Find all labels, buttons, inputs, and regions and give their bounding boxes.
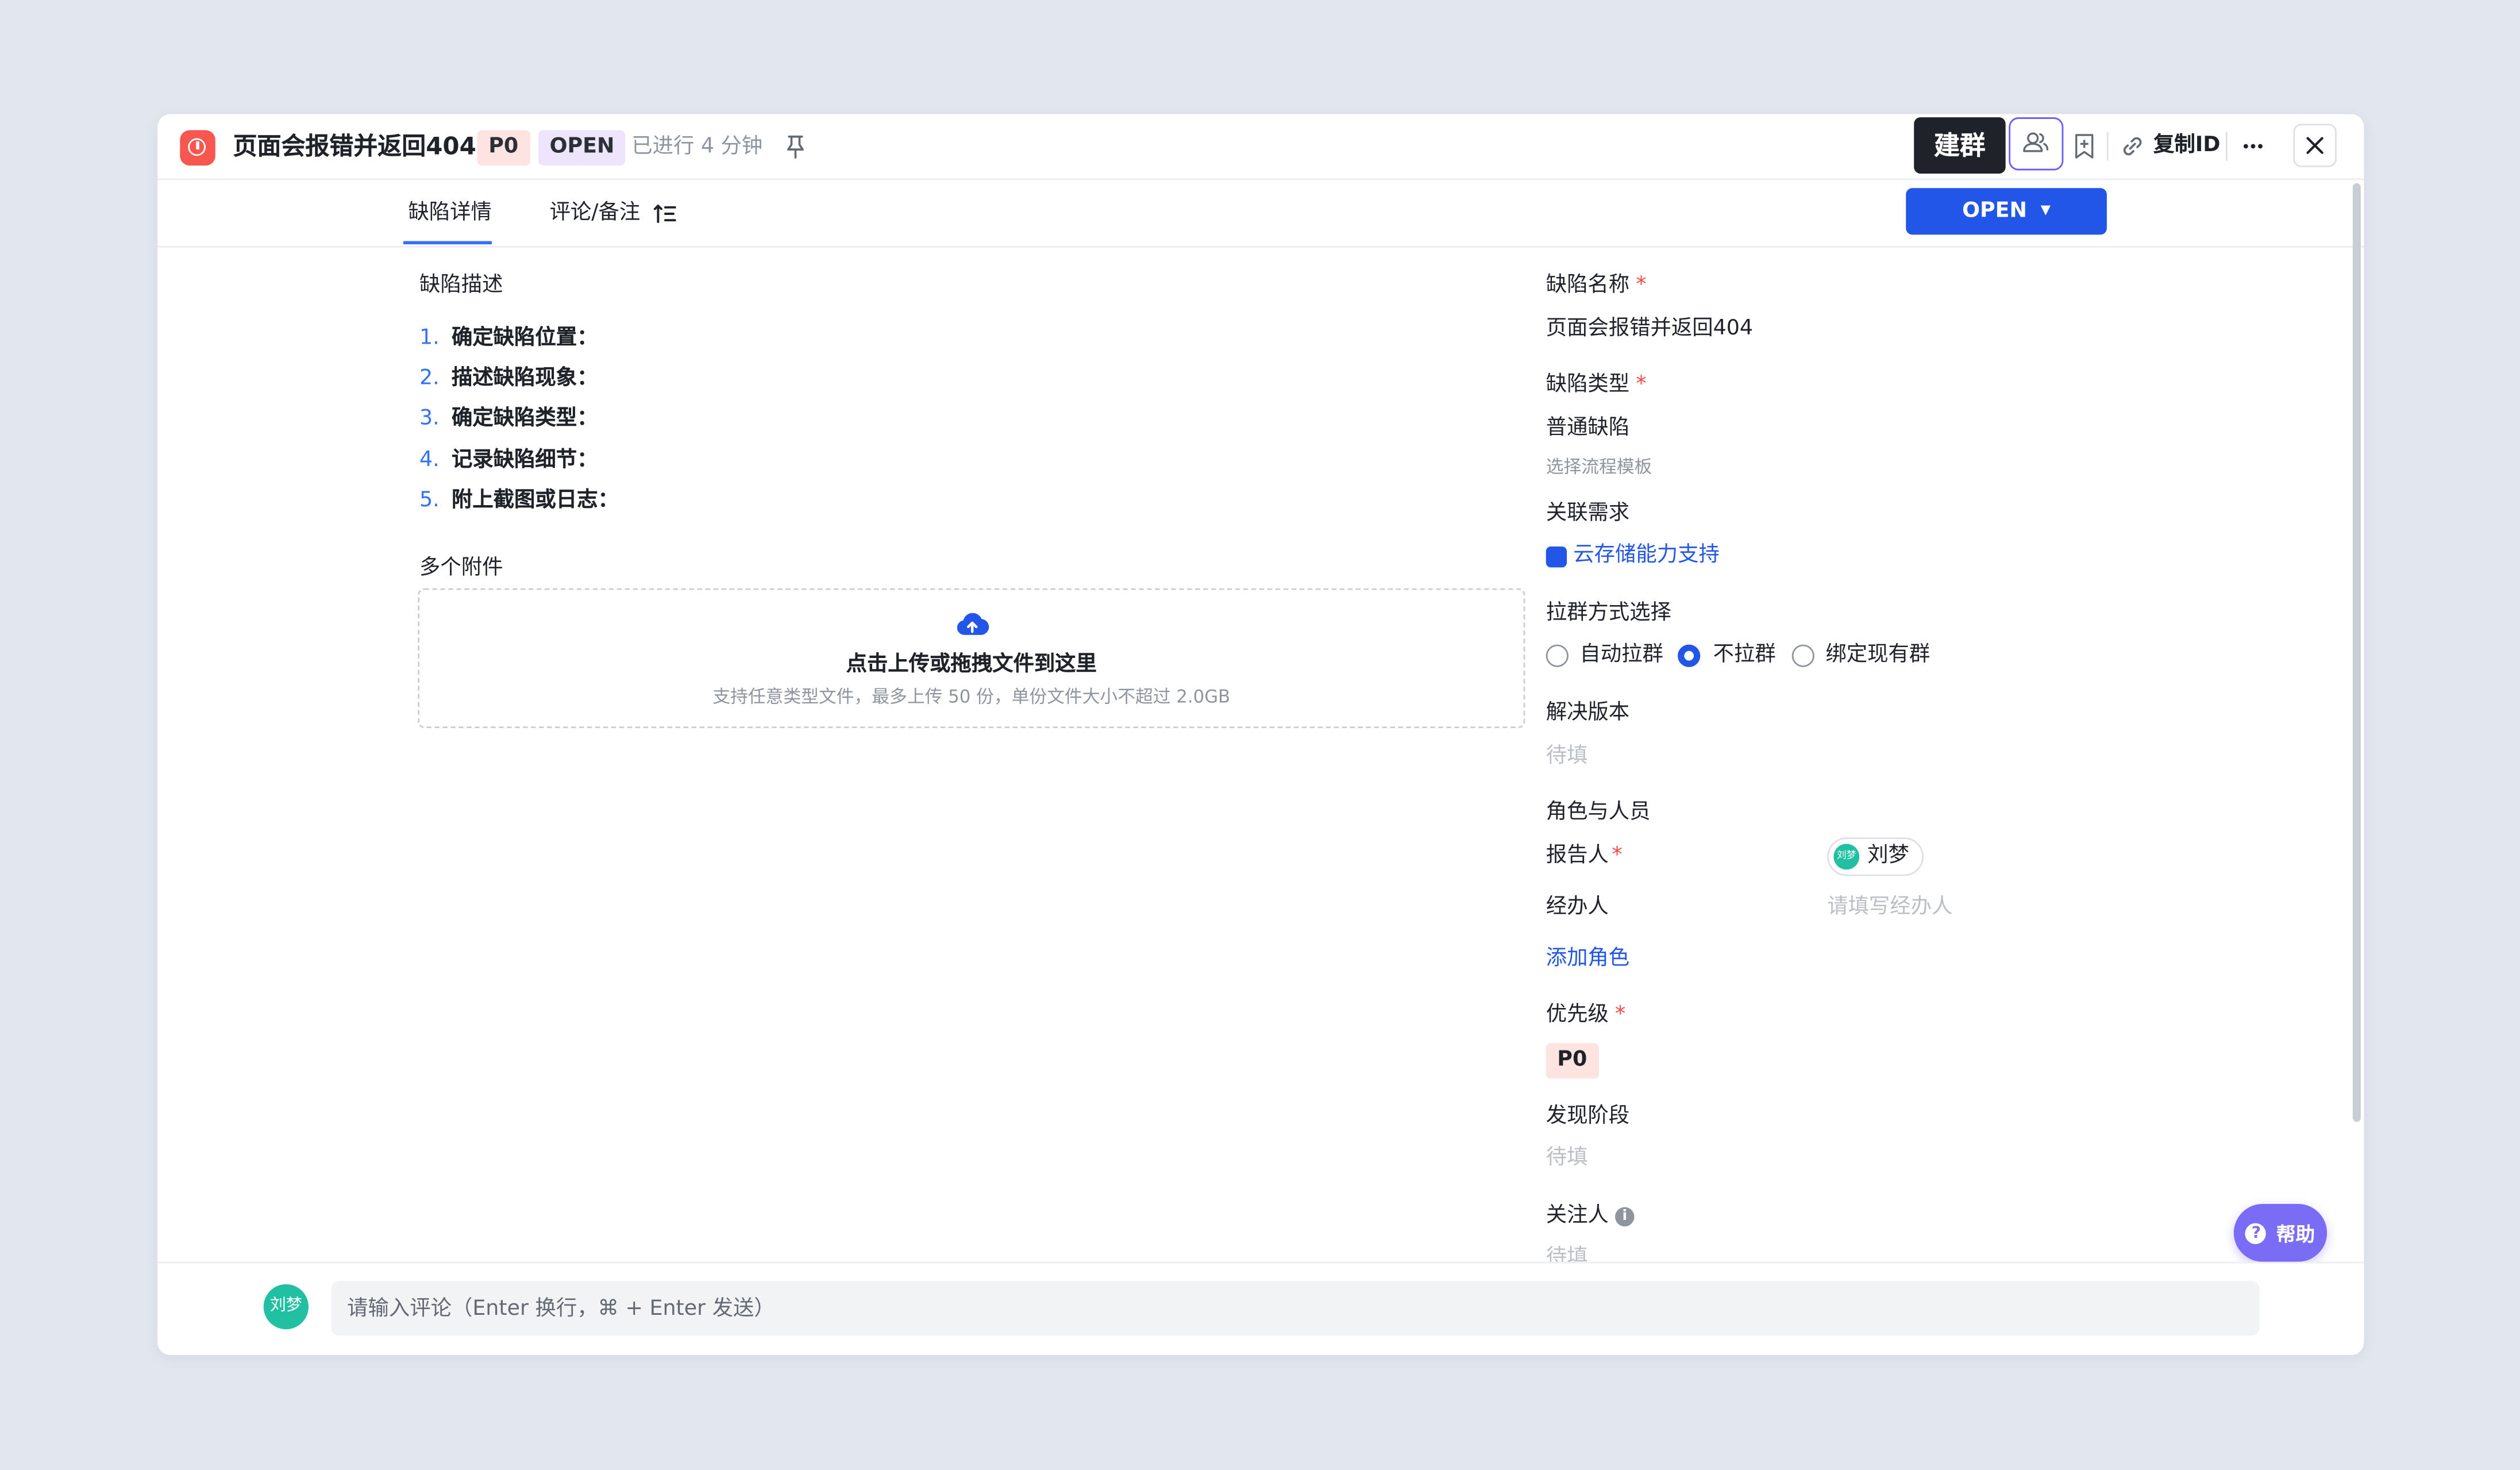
bookmark-icon[interactable] bbox=[2067, 129, 2102, 164]
comment-bar: 刘梦 bbox=[157, 1261, 2364, 1355]
description-item[interactable]: 确定缺陷位置： bbox=[452, 325, 598, 353]
tab-bug-details[interactable]: 缺陷详情 bbox=[408, 199, 491, 228]
tab-bar: 缺陷详情 评论/备注 OPEN ▼ bbox=[157, 180, 2364, 248]
requirement-icon bbox=[1546, 546, 1567, 568]
field-name-label: 缺陷名称 * bbox=[1546, 273, 1647, 298]
avatar: 刘梦 bbox=[1833, 844, 1860, 870]
create-group-tooltip: 建群 bbox=[1914, 117, 2006, 174]
tab-comments[interactable]: 评论/备注 bbox=[550, 199, 641, 228]
list-number: 4. bbox=[419, 448, 440, 473]
status-dropdown-label: OPEN bbox=[1962, 199, 2027, 224]
scrollbar-thumb[interactable] bbox=[2352, 183, 2361, 1122]
comment-input[interactable] bbox=[331, 1281, 2260, 1336]
field-type-value[interactable]: 普通缺陷 bbox=[1546, 415, 1629, 444]
elapsed-time: 已进行 4 分钟 bbox=[631, 134, 763, 159]
group-icon bbox=[2023, 132, 2049, 152]
create-group-button[interactable] bbox=[2009, 117, 2064, 171]
help-label: 帮助 bbox=[2276, 1222, 2315, 1245]
info-icon[interactable]: i bbox=[1615, 1207, 1635, 1227]
priority-badge[interactable]: P0 bbox=[477, 130, 530, 166]
page-title: 页面会报错并返回404 bbox=[233, 132, 476, 161]
pin-icon[interactable] bbox=[784, 133, 807, 159]
resolve-version-value[interactable]: 待填 bbox=[1546, 742, 1588, 771]
list-number: 5. bbox=[419, 488, 440, 513]
upload-hint: 支持任意类型文件，最多上传 50 份，单份文件大小不超过 2.0GB bbox=[712, 686, 1231, 707]
discovery-stage-label: 发现阶段 bbox=[1546, 1104, 1630, 1129]
status-dropdown-button[interactable]: OPEN ▼ bbox=[1906, 188, 2107, 235]
field-name-value[interactable]: 页面会报错并返回404 bbox=[1546, 315, 1753, 344]
add-role-button[interactable]: 添加角色 bbox=[1546, 945, 1629, 974]
cloud-upload-icon bbox=[954, 609, 990, 641]
followers-label: 关注人 bbox=[1546, 1203, 1609, 1228]
radio-no-group-label[interactable]: 不拉群 bbox=[1713, 641, 1776, 670]
discovery-stage-value[interactable]: 待填 bbox=[1546, 1144, 1588, 1173]
priority-value[interactable]: P0 bbox=[1546, 1043, 1598, 1079]
radio-bind-group-label[interactable]: 绑定现有群 bbox=[1825, 641, 1930, 670]
radio-auto-group[interactable] bbox=[1546, 644, 1569, 667]
tab-active-indicator bbox=[403, 241, 492, 245]
group-method-label: 拉群方式选择 bbox=[1546, 601, 1671, 626]
close-button[interactable] bbox=[2293, 124, 2337, 167]
status-badge[interactable]: OPEN bbox=[538, 130, 626, 166]
related-requirement-label: 关联需求 bbox=[1546, 501, 1630, 526]
description-item[interactable]: 记录缺陷细节： bbox=[452, 447, 598, 476]
reporter-name: 刘梦 bbox=[1867, 844, 1909, 868]
close-icon bbox=[2306, 137, 2324, 154]
handler-input[interactable]: 请填写经办人 bbox=[1827, 894, 1952, 922]
field-type-label: 缺陷类型 * bbox=[1546, 372, 1647, 397]
list-number: 3. bbox=[419, 406, 440, 431]
help-button[interactable]: ? 帮助 bbox=[2233, 1203, 2328, 1262]
bug-detail-modal: 页面会报错并返回404 P0 OPEN 已进行 4 分钟 建群 复制ID 缺陷详… bbox=[157, 114, 2364, 1355]
toolbar-divider bbox=[2106, 132, 2109, 161]
toolbar-divider bbox=[2225, 132, 2228, 161]
copy-id-button[interactable]: 复制ID bbox=[2153, 132, 2220, 160]
avatar: 刘梦 bbox=[263, 1284, 309, 1330]
reporter-chip[interactable]: 刘梦 刘梦 bbox=[1827, 837, 1924, 876]
description-item[interactable]: 附上截图或日志： bbox=[452, 487, 619, 515]
list-number: 1. bbox=[419, 326, 440, 351]
radio-no-group[interactable] bbox=[1678, 644, 1701, 667]
description-label: 缺陷描述 bbox=[419, 273, 503, 298]
related-requirement-link[interactable]: 云存储能力支持 bbox=[1573, 542, 1720, 571]
bug-type-icon bbox=[180, 130, 215, 166]
radio-bind-group[interactable] bbox=[1791, 644, 1814, 667]
reporter-label: 报告人 * bbox=[1546, 844, 1623, 868]
more-icon[interactable] bbox=[2236, 129, 2271, 164]
sort-icon[interactable] bbox=[653, 201, 679, 227]
question-icon: ? bbox=[2245, 1222, 2267, 1244]
resolve-version-label: 解决版本 bbox=[1546, 701, 1630, 725]
upload-dropzone[interactable]: 点击上传或拖拽文件到这里 支持任意类型文件，最多上传 50 份，单份文件大小不超… bbox=[418, 588, 1525, 729]
description-item[interactable]: 确定缺陷类型： bbox=[452, 405, 598, 434]
caret-down-icon: ▼ bbox=[2040, 202, 2051, 217]
radio-auto-group-label[interactable]: 自动拉群 bbox=[1579, 641, 1663, 670]
handler-label: 经办人 bbox=[1546, 895, 1609, 919]
attachments-label: 多个附件 bbox=[419, 556, 503, 580]
priority-label: 优先级 * bbox=[1546, 1003, 1626, 1028]
description-item[interactable]: 描述缺陷现象： bbox=[452, 365, 598, 394]
upload-title: 点击上传或拖拽文件到这里 bbox=[846, 652, 1097, 677]
select-template-link[interactable]: 选择流程模板 bbox=[1546, 455, 1652, 481]
title-bar: 页面会报错并返回404 P0 OPEN 已进行 4 分钟 建群 复制ID bbox=[157, 114, 2364, 180]
link-icon[interactable] bbox=[2115, 129, 2151, 164]
roles-label: 角色与人员 bbox=[1546, 800, 1651, 825]
list-number: 2. bbox=[419, 366, 440, 391]
